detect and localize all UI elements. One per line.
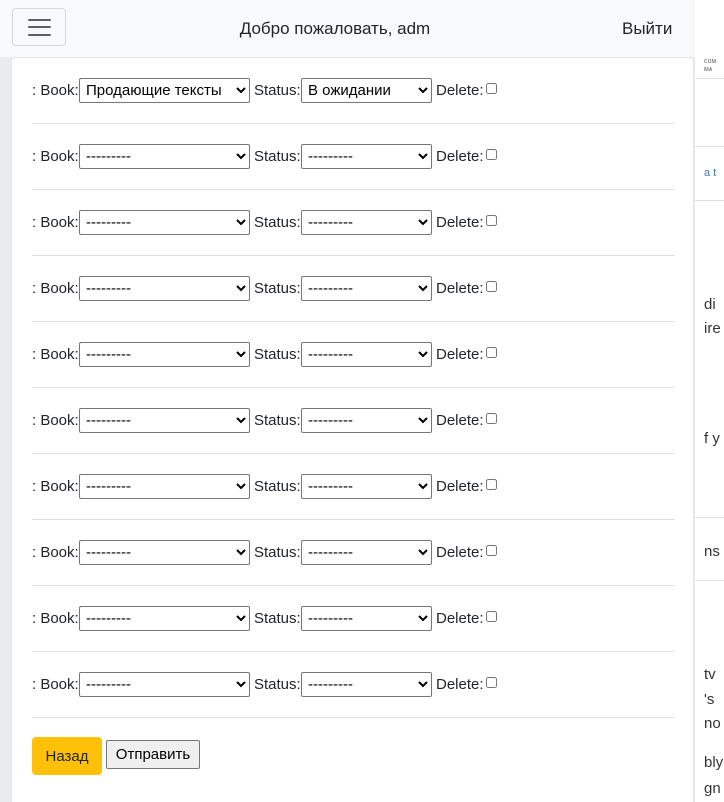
- formset-card: : Book: Продающие тексты Status: В ожидании…: [11, 57, 694, 802]
- book-label: : Book:: [32, 610, 79, 627]
- status-label: Status:: [254, 346, 301, 363]
- delete-label: Delete:: [436, 346, 484, 363]
- logout-link[interactable]: Выйти: [622, 19, 672, 39]
- form-row: : Book: --------- Status: --------- Delete:: [32, 454, 675, 520]
- background-text-fragment: f y: [704, 430, 720, 447]
- form-row: : Book: --------- Status: --------- Delete:: [32, 190, 675, 256]
- submit-button[interactable]: Отправить: [106, 740, 200, 769]
- book-select[interactable]: ---------: [79, 144, 250, 169]
- status-select[interactable]: ---------: [301, 210, 432, 235]
- background-divider: [695, 580, 724, 581]
- delete-checkbox[interactable]: [486, 545, 497, 556]
- book-label: : Book:: [32, 148, 79, 165]
- background-text-fragment: ns: [704, 543, 720, 560]
- delete-label: Delete:: [436, 82, 484, 99]
- status-label: Status:: [254, 280, 301, 297]
- book-select[interactable]: ---------: [79, 342, 250, 367]
- book-label: : Book:: [32, 346, 79, 363]
- delete-label: Delete:: [436, 412, 484, 429]
- book-label: : Book:: [32, 478, 79, 495]
- status-label: Status:: [254, 544, 301, 561]
- book-select[interactable]: ---------: [79, 210, 250, 235]
- status-label: Status:: [254, 412, 301, 429]
- book-select[interactable]: Продающие тексты: [79, 78, 250, 103]
- status-select[interactable]: ---------: [301, 342, 432, 367]
- delete-label: Delete:: [436, 478, 484, 495]
- delete-checkbox[interactable]: [486, 215, 497, 226]
- status-select[interactable]: ---------: [301, 276, 432, 301]
- welcome-text: Добро пожаловать, adm: [239, 19, 431, 38]
- background-text-fragment: ire: [704, 320, 721, 337]
- background-text-fragment: gn: [704, 780, 721, 797]
- delete-checkbox[interactable]: [486, 611, 497, 622]
- background-text-fragment: 's: [704, 691, 715, 708]
- book-select[interactable]: ---------: [79, 408, 250, 433]
- background-text-fragment: no: [704, 715, 721, 732]
- delete-checkbox[interactable]: [486, 677, 497, 688]
- status-select[interactable]: ---------: [301, 606, 432, 631]
- book-label: : Book:: [32, 280, 79, 297]
- form-row: : Book: --------- Status: --------- Delete:: [32, 652, 675, 718]
- book-select[interactable]: ---------: [79, 606, 250, 631]
- form-row: : Book: --------- Status: --------- Delete:: [32, 322, 675, 388]
- form-row: : Book: --------- Status: --------- Delete:: [32, 388, 675, 454]
- background-page-strip: ᴄᴜᴍ ᴍᴀ a t di ire f y ns tv 's no bly gn: [695, 0, 724, 802]
- book-label: : Book:: [32, 82, 79, 99]
- status-select[interactable]: ---------: [301, 408, 432, 433]
- delete-checkbox[interactable]: [486, 281, 497, 292]
- status-label: Status:: [254, 82, 301, 99]
- delete-label: Delete:: [436, 676, 484, 693]
- status-select[interactable]: ---------: [301, 474, 432, 499]
- delete-label: Delete:: [436, 148, 484, 165]
- background-text-fragment: ᴄᴜᴍ ᴍᴀ: [704, 58, 717, 73]
- form-row: : Book: --------- Status: --------- Delete:: [32, 520, 675, 586]
- book-label: : Book:: [32, 214, 79, 231]
- delete-checkbox[interactable]: [486, 479, 497, 490]
- delete-checkbox[interactable]: [486, 413, 497, 424]
- background-divider: [695, 146, 724, 147]
- book-label: : Book:: [32, 412, 79, 429]
- delete-checkbox[interactable]: [486, 347, 497, 358]
- background-text-fragment: bly: [704, 754, 724, 771]
- book-select[interactable]: ---------: [79, 276, 250, 301]
- status-select[interactable]: ---------: [301, 672, 432, 697]
- form-row: : Book: --------- Status: --------- Delete:: [32, 586, 675, 652]
- top-navbar: Добро пожаловать, adm Выйти: [0, 0, 695, 57]
- book-label: : Book:: [32, 676, 79, 693]
- delete-label: Delete:: [436, 544, 484, 561]
- book-select[interactable]: ---------: [79, 474, 250, 499]
- status-select[interactable]: В ожидании: [301, 78, 432, 103]
- delete-checkbox[interactable]: [486, 149, 497, 160]
- background-text-fragment: a t: [704, 167, 717, 179]
- back-button[interactable]: Назад: [32, 737, 102, 775]
- status-label: Status:: [254, 610, 301, 627]
- delete-label: Delete:: [436, 214, 484, 231]
- form-row: : Book: Продающие тексты Status: В ожидании…: [32, 58, 675, 124]
- book-label: : Book:: [32, 544, 79, 561]
- status-label: Status:: [254, 148, 301, 165]
- form-row: : Book: --------- Status: --------- Delete:: [32, 124, 675, 190]
- delete-checkbox[interactable]: [486, 83, 497, 94]
- form-row: : Book: --------- Status: --------- Delete:: [32, 256, 675, 322]
- background-divider: [695, 200, 724, 201]
- book-select[interactable]: ---------: [79, 672, 250, 697]
- status-label: Status:: [254, 676, 301, 693]
- status-select[interactable]: ---------: [301, 540, 432, 565]
- delete-label: Delete:: [436, 280, 484, 297]
- status-label: Status:: [254, 478, 301, 495]
- background-text-fragment: di: [704, 296, 716, 313]
- background-text-fragment: tv: [704, 666, 716, 683]
- book-select[interactable]: ---------: [79, 540, 250, 565]
- background-divider: [695, 78, 724, 79]
- status-select[interactable]: ---------: [301, 144, 432, 169]
- background-divider: [695, 517, 724, 518]
- delete-label: Delete:: [436, 610, 484, 627]
- status-label: Status:: [254, 214, 301, 231]
